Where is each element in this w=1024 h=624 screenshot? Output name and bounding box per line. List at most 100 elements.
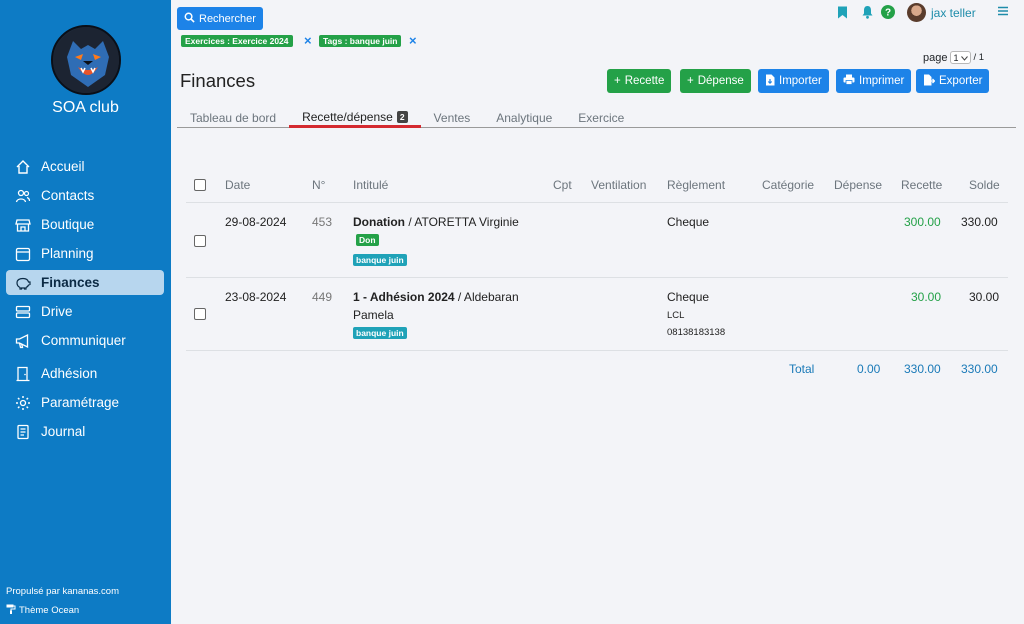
drive-icon: [14, 303, 32, 321]
count-badge: 2: [396, 110, 408, 123]
theme-label: Thème Ocean: [19, 605, 80, 616]
theme-selector[interactable]: Thème Ocean: [6, 604, 79, 617]
add-depense-button[interactable]: + Dépense: [680, 69, 751, 93]
column-header-categorie[interactable]: Catégorie: [762, 178, 814, 192]
page-label: page: [923, 51, 948, 64]
tag-badge: banque juin: [353, 327, 407, 339]
calendar-icon: [14, 245, 32, 263]
sidebar-item-finances[interactable]: Finances: [6, 270, 164, 295]
tab-recette-depense[interactable]: Recette/dépense 2: [289, 108, 421, 128]
divider: [186, 277, 1008, 278]
bell-icon[interactable]: [861, 5, 874, 22]
row-cheque-number: 08138183138: [667, 327, 726, 338]
divider: [186, 202, 1008, 203]
add-recette-label: Recette: [624, 75, 665, 87]
sidebar-item-journal[interactable]: Journal: [6, 419, 164, 444]
page-select[interactable]: 1: [950, 51, 971, 64]
row-title[interactable]: Donation / ATORETTA Virginie: [353, 215, 519, 229]
column-header-depense[interactable]: Dépense: [834, 178, 882, 192]
tab-tableau-de-bord[interactable]: Tableau de bord: [177, 108, 289, 128]
row-date: 29-08-2024: [225, 215, 287, 229]
column-header-recette[interactable]: Recette: [901, 178, 942, 192]
sidebar-item-label: Adhésion: [41, 366, 98, 381]
sidebar-item-label: Finances: [41, 275, 100, 290]
filter-chip-tags: Tags : banque juin: [319, 35, 402, 47]
gear-icon: [14, 394, 32, 412]
column-header-date[interactable]: Date: [225, 178, 250, 192]
import-label: Importer: [779, 75, 822, 87]
sidebar-item-label: Communiquer: [41, 333, 126, 348]
row-checkbox[interactable]: [194, 308, 206, 320]
column-header-intitule[interactable]: Intitulé: [353, 178, 388, 192]
page-title: Finances: [180, 70, 256, 91]
row-title[interactable]: 1 - Adhésion 2024 / Aldebaran: [353, 290, 519, 304]
file-import-icon: [765, 74, 775, 89]
row-reglement: Cheque: [667, 215, 710, 229]
column-header-num[interactable]: N°: [312, 178, 325, 192]
print-label: Imprimer: [859, 75, 905, 87]
plus-icon: +: [614, 75, 621, 87]
import-button[interactable]: Importer: [758, 69, 829, 93]
remove-filter-tags-icon[interactable]: ×: [409, 33, 417, 48]
export-button[interactable]: Exporter: [916, 69, 990, 93]
row-num: 453: [312, 215, 333, 229]
tab-analytique[interactable]: Analytique: [483, 108, 565, 128]
sidebar-item-parametrage[interactable]: Paramétrage: [6, 390, 164, 415]
pagination: page 1 / 1: [923, 51, 984, 64]
remove-filter-exercice-icon[interactable]: ×: [304, 33, 312, 48]
bookmark-icon[interactable]: [837, 6, 848, 22]
sidebar-item-adhesion[interactable]: Adhésion: [6, 361, 164, 386]
row-checkbox[interactable]: [194, 235, 206, 247]
tab-exercice[interactable]: Exercice: [565, 108, 637, 128]
sidebar-item-label: Journal: [41, 424, 86, 439]
file-export-icon: [923, 74, 936, 89]
add-recette-button[interactable]: + Recette: [607, 69, 672, 93]
sidebar-item-planning[interactable]: Planning: [6, 241, 164, 266]
row-recette: 30.00: [911, 290, 942, 304]
finance-tabs: Tableau de bord Recette/dépense 2 Ventes…: [177, 108, 1016, 128]
tab-label: Exercice: [578, 111, 625, 125]
row-title-main: Donation: [353, 215, 405, 229]
tag-badge: banque juin: [353, 254, 407, 266]
piggy-bank-icon: [14, 274, 32, 292]
chevron-down-icon: [960, 53, 968, 63]
page-total: / 1: [973, 52, 985, 63]
powered-by-link[interactable]: Propulsé par kananas.com: [6, 586, 119, 597]
row-date: 23-08-2024: [225, 290, 287, 304]
avatar: [907, 3, 926, 22]
user-menu[interactable]: jax teller: [907, 3, 976, 22]
sidebar-item-label: Paramétrage: [41, 395, 120, 410]
search-button[interactable]: Rechercher: [177, 7, 263, 30]
paint-roller-icon: [6, 604, 16, 617]
sidebar-item-drive[interactable]: Drive: [6, 299, 164, 324]
column-header-cpt[interactable]: Cpt: [553, 178, 572, 192]
sidebar-item-boutique[interactable]: Boutique: [6, 212, 164, 237]
tab-label: Ventes: [433, 111, 471, 125]
column-header-solde[interactable]: Solde: [969, 178, 1000, 192]
help-icon[interactable]: ?: [881, 5, 895, 22]
row-solde: 330.00: [961, 215, 998, 229]
row-title-contact-line2: Pamela: [353, 308, 394, 322]
header-icons: ?: [837, 5, 895, 22]
column-header-reglement[interactable]: Règlement: [667, 178, 725, 192]
column-header-ventilation[interactable]: Ventilation: [591, 178, 646, 192]
search-icon: [184, 12, 195, 26]
row-title-contact: / ATORETTA Virginie: [405, 215, 519, 229]
club-name: SOA club: [52, 99, 119, 116]
sidebar-item-label: Contacts: [41, 188, 95, 203]
sidebar-item-contacts[interactable]: Contacts: [6, 183, 164, 208]
svg-text:?: ?: [885, 8, 891, 19]
page-select-value: 1: [953, 52, 959, 63]
club-logo[interactable]: [51, 25, 121, 95]
row-title-contact: / Aldebaran: [454, 290, 519, 304]
sidebar-item-communiquer[interactable]: Communiquer: [6, 328, 164, 353]
user-name: jax teller: [931, 5, 976, 20]
select-all-checkbox[interactable]: [194, 179, 206, 191]
hamburger-menu-icon[interactable]: [997, 5, 1009, 20]
search-button-label: Rechercher: [199, 12, 256, 25]
print-button[interactable]: Imprimer: [836, 69, 912, 93]
sidebar: SOA club Accueil Contacts Boutique Plann…: [0, 0, 171, 624]
tab-ventes[interactable]: Ventes: [421, 108, 484, 128]
sidebar-item-accueil[interactable]: Accueil: [6, 154, 164, 179]
total-depense: 0.00: [857, 362, 881, 376]
